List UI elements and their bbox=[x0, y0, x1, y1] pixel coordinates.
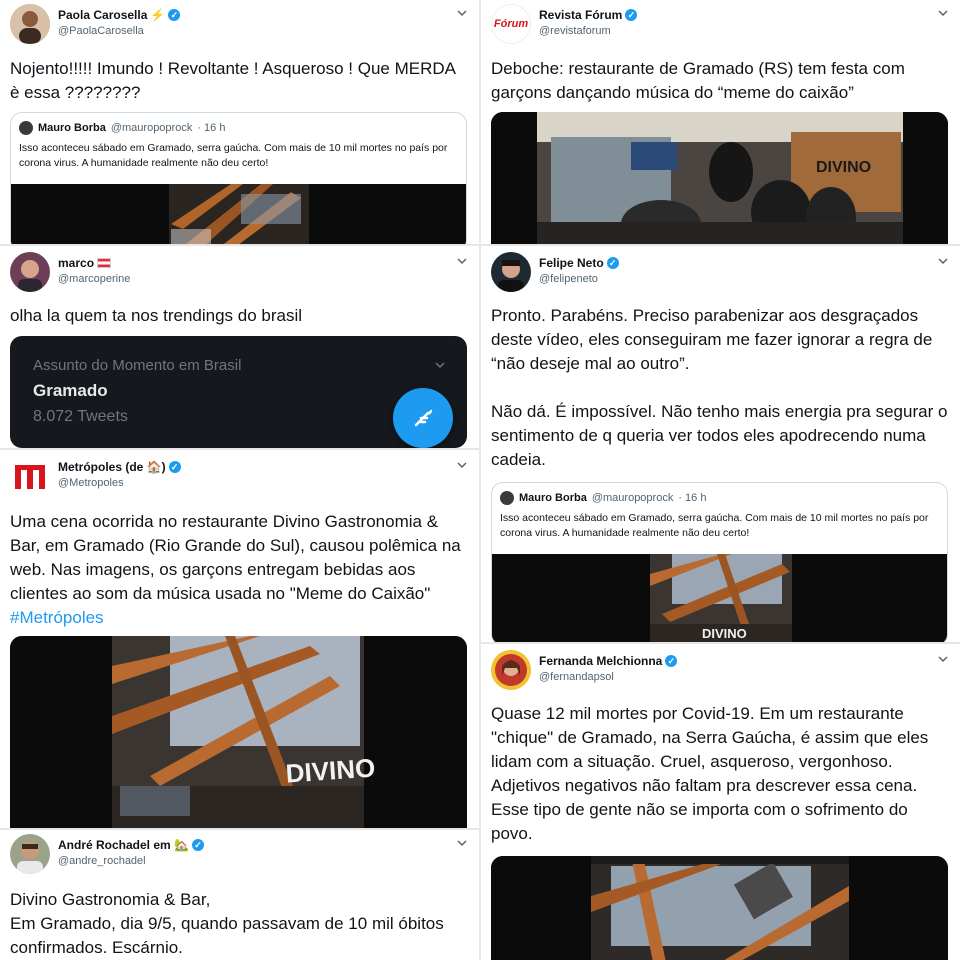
tweet-card-fernanda[interactable]: Fernanda Melchionna ✓ @fernandapsol Quas… bbox=[481, 642, 960, 960]
chevron-down-icon[interactable] bbox=[936, 652, 950, 666]
tweet-text: Uma cena ocorrida no restaurante Divino … bbox=[10, 510, 467, 630]
tweet-text: Deboche: restaurante de Gramado (RS) tem… bbox=[491, 59, 905, 102]
quoted-author-handle: @mauropoprock bbox=[591, 492, 674, 504]
tweet-card-marco[interactable]: marco @marcoperine olha la quem ta nos t… bbox=[0, 244, 479, 448]
tweet-card-paola[interactable]: Paola Carosella ⚡ ✓ @PaolaCarosella Noje… bbox=[0, 0, 479, 244]
quoted-tweet-header: Mauro Borba @mauropoprock · 16 h bbox=[19, 121, 225, 135]
author-name[interactable]: marco bbox=[58, 256, 112, 270]
quoted-author-name: Mauro Borba bbox=[38, 122, 106, 134]
compose-tweet-button bbox=[393, 388, 453, 448]
trend-subtitle: Assunto do Momento em Brasil bbox=[33, 357, 242, 374]
quoted-author-handle: @mauropoprock bbox=[110, 122, 193, 134]
metropoles-logo-icon bbox=[14, 464, 46, 490]
chevron-down-icon[interactable] bbox=[936, 254, 950, 268]
chevron-down-icon[interactable] bbox=[936, 6, 950, 20]
tweet-text: Nojento!!!!! Imundo ! Revoltante ! Asque… bbox=[10, 59, 456, 102]
austria-flag-icon bbox=[97, 258, 112, 268]
author-name[interactable]: Revista Fórum ✓ bbox=[539, 8, 638, 22]
verified-badge-icon: ✓ bbox=[191, 839, 204, 851]
quoted-tweet-text: Isso aconteceu sábado em Gramado, serra … bbox=[500, 512, 929, 539]
avatar[interactable] bbox=[10, 4, 50, 44]
chevron-down-icon[interactable] bbox=[455, 254, 469, 268]
author-handle[interactable]: @felipeneto bbox=[539, 273, 598, 285]
author-name-text: Revista Fórum bbox=[539, 8, 623, 22]
restaurant-ceiling-image bbox=[491, 856, 948, 960]
feather-icon bbox=[414, 409, 433, 427]
video-thumbnail[interactable] bbox=[491, 856, 948, 960]
chevron-down-icon[interactable] bbox=[455, 836, 469, 850]
avatar[interactable] bbox=[10, 252, 50, 292]
chevron-down-icon[interactable] bbox=[455, 458, 469, 472]
video-thumbnail[interactable]: DIVINO bbox=[491, 112, 948, 244]
avatar[interactable] bbox=[491, 252, 531, 292]
restaurant-interior-image: DIVINO bbox=[10, 636, 467, 828]
author-name-text: André Rochadel em 🏡 bbox=[58, 838, 189, 852]
lightning-emoji: ⚡ bbox=[150, 8, 166, 22]
waiters-dancing-image: DIVINO bbox=[491, 112, 948, 244]
forum-logo: Fórum bbox=[493, 18, 529, 30]
quoted-tweet-text: Isso aconteceu sábado em Gramado, serra … bbox=[19, 142, 448, 169]
author-name-text: Metrópoles (de 🏠) bbox=[58, 460, 166, 474]
divino-sign: DIVINO bbox=[702, 626, 747, 641]
author-handle[interactable]: @marcoperine bbox=[58, 273, 130, 285]
author-name[interactable]: Felipe Neto ✓ bbox=[539, 256, 619, 270]
divino-sign: DIVINO bbox=[816, 159, 871, 176]
author-name-text: Paola Carosella bbox=[58, 8, 148, 22]
avatar[interactable]: Fórum bbox=[491, 4, 531, 44]
quoted-tweet[interactable]: Mauro Borba @mauropoprock · 16 h Isso ac… bbox=[10, 112, 467, 244]
verified-badge-icon: ✓ bbox=[168, 461, 181, 473]
hashtag-link[interactable]: #Metrópoles bbox=[10, 608, 104, 627]
divino-sign: DIVINO bbox=[285, 752, 376, 788]
chevron-down-icon bbox=[435, 362, 445, 369]
verified-badge-icon: ✓ bbox=[625, 9, 638, 21]
author-name-text: Fernanda Melchionna bbox=[539, 654, 663, 668]
quoted-tweet-header: Mauro Borba @mauropoprock · 16 h bbox=[500, 491, 706, 505]
tweet-card-forum[interactable]: Fórum Revista Fórum ✓ @revistaforum Debo… bbox=[481, 0, 960, 244]
quoted-video-thumbnail[interactable]: DIVINO bbox=[492, 554, 947, 642]
avatar[interactable] bbox=[10, 834, 50, 874]
tweet-card-felipe[interactable]: Felipe Neto ✓ @felipeneto Pronto. Parabé… bbox=[481, 244, 960, 642]
trend-count: 8.072 Tweets bbox=[33, 408, 128, 425]
verified-badge-icon: ✓ bbox=[168, 9, 181, 21]
author-handle[interactable]: @revistaforum bbox=[539, 25, 611, 37]
chevron-down-icon[interactable] bbox=[455, 6, 469, 20]
restaurant-ceiling-image: DIVINO bbox=[492, 554, 947, 642]
author-handle[interactable]: @fernandapsol bbox=[539, 671, 614, 683]
author-handle[interactable]: @PaolaCarosella bbox=[58, 25, 144, 37]
trend-title: Gramado bbox=[33, 381, 108, 400]
tweet-text: Pronto. Parabéns. Preciso parabenizar ao… bbox=[491, 306, 948, 469]
quoted-tweet[interactable]: Mauro Borba @mauropoprock · 16 h Isso ac… bbox=[491, 482, 948, 642]
quoted-timestamp: · 16 h bbox=[197, 122, 226, 134]
video-thumbnail[interactable]: DIVINO bbox=[10, 636, 467, 828]
tweet-text: Divino Gastronomia & Bar, Em Gramado, di… bbox=[10, 890, 444, 957]
quoted-avatar bbox=[19, 121, 33, 135]
author-name-text: marco bbox=[58, 256, 95, 270]
author-name[interactable]: Metrópoles (de 🏠) ✓ bbox=[58, 460, 181, 474]
tweet-text-body: Uma cena ocorrida no restaurante Divino … bbox=[10, 512, 461, 603]
tweet-text: olha la quem ta nos trendings do brasil bbox=[10, 306, 303, 325]
verified-badge-icon: ✓ bbox=[606, 257, 619, 269]
quoted-timestamp: · 16 h bbox=[678, 492, 707, 504]
author-name[interactable]: Fernanda Melchionna ✓ bbox=[539, 654, 678, 668]
author-name[interactable]: Paola Carosella ⚡ ✓ bbox=[58, 8, 181, 22]
author-name-text: Felipe Neto bbox=[539, 256, 604, 270]
author-name[interactable]: André Rochadel em 🏡 ✓ bbox=[58, 838, 204, 852]
restaurant-ceiling-image bbox=[11, 184, 466, 244]
avatar[interactable] bbox=[10, 456, 50, 496]
avatar[interactable] bbox=[491, 650, 531, 690]
tweet-text: Quase 12 mil mortes por Covid-19. Em um … bbox=[491, 704, 929, 843]
quoted-avatar bbox=[500, 491, 514, 505]
author-handle[interactable]: @Metropoles bbox=[58, 477, 124, 489]
trending-screenshot[interactable]: Assunto do Momento em Brasil Gramado 8.0… bbox=[10, 336, 467, 448]
tweet-card-metropoles[interactable]: Metrópoles (de 🏠) ✓ @Metropoles Uma cena… bbox=[0, 448, 479, 828]
author-handle[interactable]: @andre_rochadel bbox=[58, 855, 146, 867]
quoted-video-thumbnail[interactable] bbox=[11, 184, 466, 244]
quoted-author-name: Mauro Borba bbox=[519, 492, 587, 504]
verified-badge-icon: ✓ bbox=[665, 655, 678, 667]
tweet-card-andre[interactable]: André Rochadel em 🏡 ✓ @andre_rochadel Di… bbox=[0, 828, 479, 960]
